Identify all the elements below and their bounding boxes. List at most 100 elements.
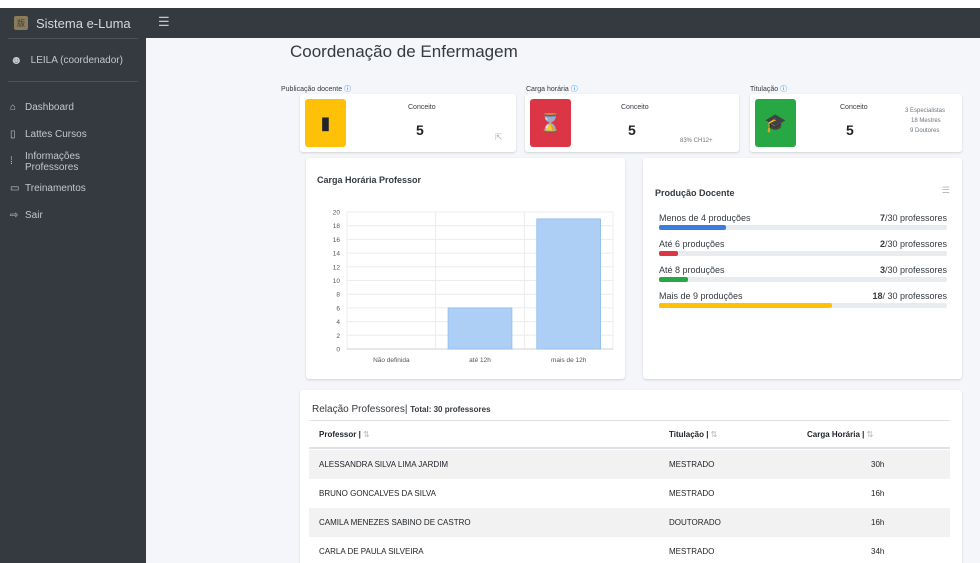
count-total: /30 professores — [884, 213, 947, 223]
y-tick-label: 6 — [336, 305, 340, 312]
production-count: 3/30 professores — [880, 265, 947, 275]
y-tick-label: 20 — [333, 210, 341, 217]
table-row[interactable]: ALESSANDRA SILVA LIMA JARDIM MESTRADO 30… — [309, 450, 950, 479]
logout-icon: ⇨ — [10, 210, 19, 221]
column-label: Carga Horária | — [807, 430, 865, 439]
y-tick-label: 18 — [333, 223, 341, 230]
column-header-professor[interactable]: Professor | ⇅ — [319, 430, 370, 439]
bar — [536, 218, 601, 350]
professors-table-card: Relação Professores| Total: 30 professor… — [300, 390, 962, 563]
column-header-titulacao[interactable]: Titulação | ⇅ — [669, 430, 717, 439]
table-total: Total: 30 professores — [410, 405, 491, 414]
sidebar-item-label: Dashboard — [25, 102, 74, 113]
column-label: Professor | — [319, 430, 361, 439]
count-total: /30 professores — [884, 265, 947, 275]
sidebar-nav: ⌂ Dashboard ▯ Lattes Cursos ⁞ Informaçõe… — [0, 94, 146, 229]
stat-label-text: Carga horária — [526, 86, 569, 93]
sidebar-item-label: Sair — [25, 210, 43, 221]
production-row: Até 8 produções 3/30 professores — [659, 265, 947, 282]
list-icon[interactable]: ☰ — [942, 185, 950, 196]
count-total: / 30 professores — [882, 291, 947, 301]
page-title: Coordenação de Enfermagem — [290, 42, 518, 61]
brand[interactable]: 版 Sistema e-Luma — [0, 8, 146, 38]
stat-caption: Conceito — [840, 104, 868, 111]
production-count: 18/ 30 professores — [872, 291, 947, 301]
y-tick-label: 16 — [333, 237, 341, 244]
brand-name: Sistema e-Luma — [36, 15, 131, 31]
chart-card: Carga Horária Professor 0 2 4 6 8 10 12 14 16 18 2… — [306, 158, 625, 379]
stat-sub-doutores: 9 Doutores — [910, 128, 940, 134]
menu-toggle-icon[interactable]: ☰ — [158, 14, 170, 30]
help-icon[interactable]: ⓘ — [344, 86, 351, 93]
progress-fill — [659, 277, 688, 282]
stat-label-text: Titulação — [750, 86, 779, 93]
sidebar-item-label: Lattes Cursos — [25, 129, 87, 140]
stat-caption: Conceito — [408, 104, 436, 111]
sort-icon[interactable]: ⇅ — [711, 430, 718, 439]
production-count: 2/30 professores — [880, 239, 947, 249]
production-row: Menos de 4 produções 7/30 professores — [659, 213, 947, 230]
count-total: /30 professores — [884, 239, 947, 249]
sort-icon[interactable]: ⇅ — [867, 430, 874, 439]
table-row[interactable]: CARLA DE PAULA SILVEIRA MESTRADO 34h — [309, 537, 950, 563]
sidebar-item-informacoes-professores[interactable]: ⁞ Informações Professores — [0, 148, 146, 175]
stat-sub-mestres: 18 Mestres — [911, 118, 941, 124]
y-tick-label: 4 — [336, 319, 340, 326]
cell-carga: 34h — [871, 547, 885, 556]
stat-label-titulacao: Titulação ⓘ — [750, 84, 787, 94]
user-icon: ☻ — [10, 53, 23, 67]
sidebar-item-dashboard[interactable]: ⌂ Dashboard — [0, 94, 146, 121]
stat-label-carga: Carga horária ⓘ — [526, 84, 578, 94]
brand-logo: 版 — [14, 16, 28, 30]
production-count: 7/30 professores — [880, 213, 947, 223]
production-title: Produção Docente — [655, 188, 735, 198]
production-row: Mais de 9 produções 18/ 30 professores — [659, 291, 947, 308]
main-content: Coordenação de Enfermagem Publicação doc… — [146, 38, 980, 563]
cell-professor: ALESSANDRA SILVA LIMA JARDIM — [319, 460, 449, 469]
stat-sub: 83% CH12+ — [680, 138, 713, 144]
cell-carga: 16h — [871, 489, 885, 498]
cell-titulacao: MESTRADO — [669, 489, 715, 498]
user-name: LEILA (coordenador) — [30, 54, 123, 66]
cell-titulacao: MESTRADO — [669, 547, 715, 556]
y-tick-label: 12 — [333, 264, 341, 271]
x-tick-label: mais de 12h — [551, 357, 587, 364]
sidebar-item-label: Treinamentos — [25, 183, 86, 194]
help-icon[interactable]: ⓘ — [780, 86, 787, 93]
stat-value: 5 — [628, 122, 636, 138]
bar-chart: 0 2 4 6 8 10 12 14 16 18 20 Não definida até 12h mais… — [333, 210, 614, 364]
grid-icon: ⁞ — [10, 156, 13, 167]
share-icon[interactable]: ⇱ — [495, 132, 503, 143]
progress-track — [659, 277, 947, 282]
cell-professor: BRUNO GONCALVES DA SILVA — [319, 489, 436, 498]
sort-icon[interactable]: ⇅ — [363, 430, 370, 439]
graduation-cap-icon: 🎓 — [755, 99, 796, 147]
x-tick-label: Não definida — [373, 357, 410, 364]
help-icon[interactable]: ⓘ — [571, 86, 578, 93]
table-row[interactable]: BRUNO GONCALVES DA SILVA MESTRADO 16h — [309, 479, 950, 508]
table-title: Relação Professores| Total: 30 professor… — [312, 404, 491, 415]
y-tick-label: 2 — [336, 333, 340, 340]
table-row[interactable]: CAMILA MENEZES SABINO DE CASTRO DOUTORAD… — [309, 508, 950, 537]
y-tick-label: 8 — [336, 292, 340, 299]
cell-professor: CARLA DE PAULA SILVEIRA — [319, 547, 424, 556]
sidebar-item-lattes-cursos[interactable]: ▯ Lattes Cursos — [0, 121, 146, 148]
column-header-carga[interactable]: Carga Horária | ⇅ — [807, 430, 873, 439]
production-card: Produção Docente ☰ Menos de 4 produções … — [643, 158, 962, 379]
y-tick-label: 0 — [336, 347, 340, 354]
top-header: ☰ — [146, 8, 980, 38]
stat-sub-especialistas: 3 Especialistas — [905, 108, 946, 114]
stat-label-publicacao: Publicação docente ⓘ — [281, 84, 351, 94]
cell-titulacao: MESTRADO — [669, 460, 715, 469]
table-title-text: Relação Professores| — [312, 404, 408, 415]
cell-titulacao: DOUTORADO — [669, 518, 721, 527]
cell-carga: 30h — [871, 460, 885, 469]
sidebar-item-sair[interactable]: ⇨ Sair — [0, 202, 146, 229]
progress-fill — [659, 225, 727, 230]
column-label: Titulação | — [669, 430, 709, 439]
stat-box-titulacao: 🎓 Conceito 5 3 Especialistas 18 Mestres … — [750, 94, 962, 152]
book-icon: ▭ — [10, 183, 20, 194]
user-panel[interactable]: ☻ LEILA (coordenador) — [8, 38, 138, 82]
sidebar-item-treinamentos[interactable]: ▭ Treinamentos — [0, 175, 146, 202]
count-value: 18 — [872, 291, 883, 301]
